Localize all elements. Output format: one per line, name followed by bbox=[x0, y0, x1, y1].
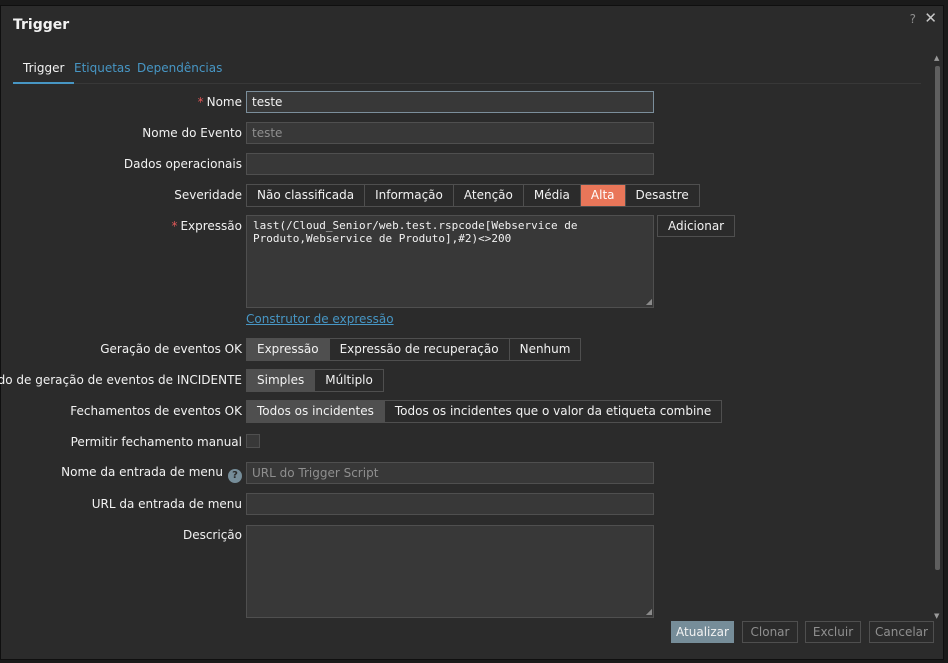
cancel-button[interactable]: Cancelar bbox=[869, 621, 934, 643]
description-wrapper: ◢ bbox=[246, 525, 654, 618]
manual-close-checkbox[interactable] bbox=[246, 434, 260, 448]
scrollbar[interactable]: ▲ ▼ bbox=[933, 54, 941, 620]
ok-generation-none[interactable]: Nenhum bbox=[509, 339, 581, 360]
nome-menu-label: Nome da entrada de menu? bbox=[61, 465, 242, 483]
dialog-title: Trigger bbox=[13, 17, 70, 33]
expression-builder-link[interactable]: Construtor de expressão bbox=[246, 312, 394, 326]
menu-entry-url-input[interactable] bbox=[246, 493, 654, 515]
help-circle-icon[interactable]: ? bbox=[228, 469, 242, 483]
add-expression-button[interactable]: Adicionar bbox=[657, 215, 736, 237]
fechamento-ok-label: Fechamentos de eventos OK bbox=[70, 404, 242, 418]
help-icon[interactable]: ? bbox=[910, 12, 916, 26]
nome-evento-label: Nome do Evento bbox=[142, 126, 242, 140]
severity-selector: Não classificada Informação Atenção Médi… bbox=[246, 184, 700, 207]
dados-operacionais-label: Dados operacionais bbox=[123, 157, 242, 171]
clone-button[interactable]: Clonar bbox=[742, 621, 798, 643]
nome-label: * Nome bbox=[197, 95, 242, 109]
ok-closes-tag-match[interactable]: Todos os incidentes que o valor da etiqu… bbox=[384, 401, 722, 422]
problem-mode-multiple[interactable]: Múltiplo bbox=[315, 370, 383, 391]
severity-not-classified[interactable]: Não classificada bbox=[247, 185, 366, 206]
problem-mode-selector: Simples Múltiplo bbox=[246, 369, 384, 392]
required-marker: * bbox=[171, 219, 178, 233]
nome-evento-input[interactable] bbox=[246, 122, 654, 144]
severity-high[interactable]: Alta bbox=[580, 185, 626, 206]
fechamento-manual-label: Permitir fechamento manual bbox=[70, 435, 242, 449]
tab-bar: Trigger Etiquetas Dependências bbox=[13, 57, 921, 84]
modo-incidente-label: Modo de geração de eventos de INCIDENTE bbox=[0, 373, 242, 387]
geracao-ok-label: Geração de eventos OK bbox=[100, 342, 242, 356]
delete-button[interactable]: Excluir bbox=[805, 621, 861, 643]
nome-input[interactable] bbox=[246, 91, 654, 113]
description-textarea[interactable] bbox=[246, 525, 654, 618]
close-icon[interactable]: ✕ bbox=[924, 9, 937, 27]
scroll-up-icon[interactable]: ▲ bbox=[934, 54, 939, 62]
descricao-label: Descrição bbox=[182, 528, 242, 542]
ok-closes-selector: Todos os incidentes Todos os incidentes … bbox=[246, 400, 723, 423]
menu-entry-name-input[interactable] bbox=[246, 462, 654, 484]
severity-disaster[interactable]: Desastre bbox=[625, 185, 699, 206]
tab-dependencias[interactable]: Dependências bbox=[127, 60, 232, 82]
required-marker: * bbox=[197, 95, 204, 109]
problem-mode-single[interactable]: Simples bbox=[247, 370, 316, 391]
url-menu-label: URL da entrada de menu bbox=[91, 497, 242, 511]
expression-textarea[interactable]: last(/Cloud_Senior/web.test.rspcode[Webs… bbox=[246, 215, 654, 308]
expressao-label: * Expressão bbox=[171, 219, 242, 233]
ok-generation-recovery-expression[interactable]: Expressão de recuperação bbox=[329, 339, 510, 360]
severidade-label: Severidade bbox=[174, 188, 242, 202]
severity-average[interactable]: Média bbox=[523, 185, 581, 206]
severity-information[interactable]: Informação bbox=[365, 185, 454, 206]
scroll-down-icon[interactable]: ▼ bbox=[934, 612, 939, 620]
dados-operacionais-input[interactable] bbox=[246, 153, 654, 175]
expression-wrapper: last(/Cloud_Senior/web.test.rspcode[Webs… bbox=[246, 215, 654, 308]
ok-event-generation-selector: Expressão Expressão de recuperação Nenhu… bbox=[246, 338, 582, 361]
ok-generation-expression[interactable]: Expressão bbox=[247, 339, 330, 360]
scroll-thumb[interactable] bbox=[935, 66, 940, 570]
update-button[interactable]: Atualizar bbox=[671, 621, 734, 643]
ok-closes-all[interactable]: Todos os incidentes bbox=[247, 401, 385, 422]
severity-warning[interactable]: Atenção bbox=[453, 185, 524, 206]
